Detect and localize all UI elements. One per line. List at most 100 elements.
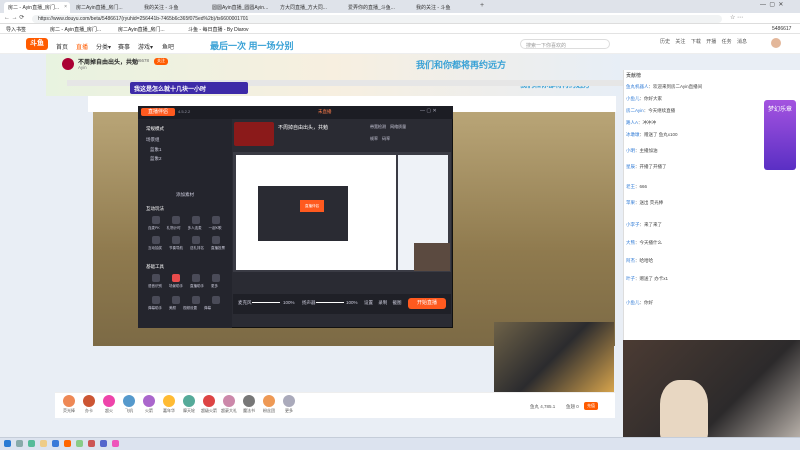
new-tab-button[interactable]: + (480, 2, 484, 9)
gift-item[interactable]: 更多 (278, 395, 300, 414)
wechat-icon[interactable] (76, 440, 83, 447)
nav-home[interactable]: 首页 (56, 42, 68, 51)
bookmark-item[interactable]: 房二 - Ayin直播_房门... (50, 26, 101, 33)
task-icon[interactable]: 任务 (722, 39, 732, 45)
gift-item[interactable]: 飞机 (118, 395, 140, 414)
browser-tab[interactable]: 房二Ayin直播_房门... (72, 2, 138, 13)
streaming-app-icon[interactable] (64, 440, 71, 447)
ktv-icon[interactable] (212, 216, 220, 224)
scene-helper-icon[interactable] (172, 274, 180, 282)
browser-tab[interactable]: 我的关注 - 斗鱼 (412, 2, 478, 13)
app-icon[interactable] (28, 440, 35, 447)
record-icon[interactable]: 录制 (378, 300, 387, 305)
helper-icon[interactable] (192, 274, 200, 282)
gift-icon (243, 395, 255, 407)
ranking-title[interactable]: 贡献榜 (626, 72, 641, 79)
barrage-icon[interactable] (212, 296, 220, 304)
nav-live[interactable]: 直播 (76, 42, 88, 51)
danmu-icon[interactable] (152, 296, 160, 304)
bookmark-item[interactable]: 斗鱼 - 每日直播 - By Diarov (188, 26, 249, 33)
browser-tab[interactable]: 爱弄你的直播_斗鱼... (344, 2, 410, 13)
url-input[interactable]: https://www.douyu.com/beta/5486617(ryuhi… (32, 15, 722, 23)
tool-label: 美颜 (168, 306, 176, 310)
recharge-button[interactable]: 充值 (584, 402, 598, 410)
search-input[interactable]: 搜索一下你喜欢的 (520, 39, 610, 49)
nav-category[interactable]: 分类▾ (96, 42, 111, 51)
pk-icon[interactable] (152, 216, 160, 224)
gift-name: 超豪大礼 (221, 408, 237, 413)
tool-label: 直播助手 (189, 284, 204, 288)
chat-message: 冰墩墩：赠送了 鱼丸x100 (626, 132, 678, 137)
history-icon[interactable]: 历史 (660, 39, 670, 45)
preview-nested-logo: 直播伴侣 (300, 200, 324, 212)
scene-item[interactable]: 蓝象1 (150, 147, 162, 153)
browser-tab[interactable]: 房二 - Ayin直播_房门... × (4, 2, 70, 13)
nav-events[interactable]: 赛事 (118, 42, 130, 51)
gift-item[interactable]: 粉丝团 (258, 395, 280, 414)
gift-item[interactable]: 摩天轮 (178, 395, 200, 414)
section-title: 互动玩法 (146, 206, 164, 211)
browser-tab[interactable]: 方大同直播_方大同... (276, 2, 342, 13)
follow-icon[interactable]: 关注 (675, 39, 685, 45)
video-settings-icon[interactable] (192, 296, 200, 304)
mic-slider[interactable] (252, 302, 280, 303)
browser-tab[interactable]: 我的关注 - 斗鱼 (140, 2, 206, 13)
chat-message: 房二Ayin：今天继续直播 (626, 108, 676, 113)
speaker-slider[interactable] (316, 302, 344, 303)
chat-message: 大熊：今天播什么 (626, 240, 662, 245)
add-source-button[interactable]: 添加素材 (176, 192, 194, 198)
host-tag[interactable]: Ayin (78, 65, 87, 70)
gift-item[interactable]: 超豪大礼 (218, 395, 240, 414)
browser-tab[interactable]: 圆圆Ayin直播_圆圆Ayin... (208, 2, 274, 13)
bookmark-item[interactable]: 房二Ayin直播_房门... (118, 26, 165, 33)
close-icon[interactable]: × (64, 4, 67, 10)
stat-label: 码率 (382, 136, 391, 141)
message-icon[interactable]: 消息 (737, 39, 747, 45)
start-icon[interactable] (4, 440, 11, 447)
search-icon[interactable] (16, 440, 23, 447)
gift-timer-icon[interactable] (172, 216, 180, 224)
user-id: 5486617 (772, 26, 792, 32)
screenshot-icon[interactable]: 截图 (393, 300, 402, 305)
app-icon[interactable] (100, 440, 107, 447)
nav-games[interactable]: 游戏▾ (138, 42, 153, 51)
speech-icon[interactable] (152, 274, 160, 282)
mode-select[interactable]: 常规模式 (146, 126, 164, 132)
gift-item[interactable]: 火箭 (138, 395, 160, 414)
vote-icon[interactable] (212, 236, 220, 244)
browser-icon[interactable] (52, 440, 59, 447)
gift-item[interactable]: 超火 (98, 395, 120, 414)
multi-mic-icon[interactable] (192, 216, 200, 224)
gift-item[interactable]: 荧光棒 (58, 395, 80, 414)
gift-item[interactable]: 办卡 (78, 395, 100, 414)
app-icon[interactable] (112, 440, 119, 447)
nav-buttons[interactable]: ← → ⟳ (4, 14, 24, 21)
gift-item[interactable]: 超级火箭 (198, 395, 220, 414)
window-controls[interactable]: — ▢ ✕ (760, 1, 783, 8)
extensions-icon[interactable]: ☆ ⋯ (730, 14, 743, 21)
settings-icon[interactable]: 设置 (364, 300, 373, 305)
scene-item[interactable]: 蓝象2 (150, 156, 162, 162)
window-controls[interactable]: — ▢ ✕ (420, 108, 437, 114)
avatar[interactable] (771, 38, 781, 48)
chat-message: 叶子：赠送了 办卡x1 (626, 276, 669, 281)
app-icon[interactable] (88, 440, 95, 447)
header-stats: 帧率 码率 (370, 136, 390, 142)
start-live-button[interactable]: 开始直播 (408, 298, 446, 309)
folder-icon[interactable] (40, 440, 47, 447)
banner-slogan: 最后一次 用一场分别 (210, 41, 294, 51)
gift-item[interactable]: 嘉年华 (158, 395, 180, 414)
site-logo[interactable]: 斗鱼 (26, 38, 48, 50)
more-icon[interactable] (212, 274, 220, 282)
follow-button[interactable]: 关注 (154, 58, 168, 65)
event-banner[interactable]: 梦幻乐章 (764, 100, 796, 170)
broadcast-icon[interactable]: 开播 (706, 39, 716, 45)
bookmark-item[interactable]: 导入书签 (6, 26, 26, 33)
nav-fishbar[interactable]: 鱼吧 (162, 42, 174, 51)
download-icon[interactable]: 下载 (691, 39, 701, 45)
lottery-icon[interactable] (152, 236, 160, 244)
beauty-icon[interactable] (172, 296, 180, 304)
navigation-icon[interactable] (172, 236, 180, 244)
gift-item[interactable]: 魔法书 (238, 395, 260, 414)
ranking-icon[interactable] (192, 236, 200, 244)
